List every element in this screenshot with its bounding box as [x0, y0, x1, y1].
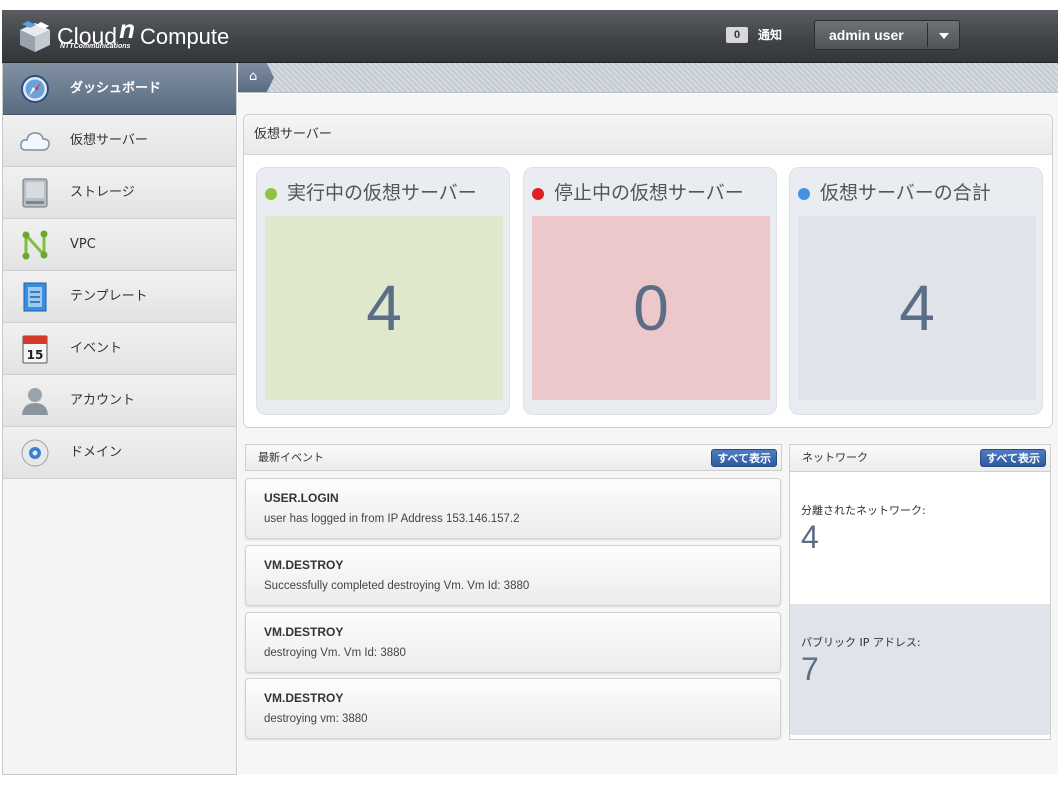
- network-panel: ネットワーク すべて表示 分離されたネットワーク: 4 パブリック IP アドレ…: [789, 444, 1051, 740]
- isolated-network-count: 4: [801, 519, 819, 555]
- cloudn-cube-logo-icon: [20, 21, 50, 52]
- public-ip-count: 7: [801, 651, 819, 687]
- stopped-vm-card[interactable]: 停止中の仮想サーバー 0: [523, 167, 777, 415]
- network-title: ネットワーク: [802, 451, 868, 464]
- sidebar: ダッシュボード 仮想サーバー ストレージ VPC テンプレート 15 イベント …: [2, 63, 237, 775]
- breadcrumb: ⌂: [238, 63, 1058, 93]
- event-type: VM.DESTROY: [264, 691, 344, 705]
- stopped-vm-title-text: 停止中の仮想サーバー: [554, 182, 744, 204]
- logo-superscript: n: [119, 14, 135, 44]
- chevron-down-icon[interactable]: [929, 21, 959, 49]
- events-title: 最新イベント: [258, 451, 324, 464]
- events-header: 最新イベント すべて表示: [245, 444, 782, 471]
- total-vm-count: 4: [899, 272, 935, 344]
- sidebar-item-label: ストレージ: [70, 185, 135, 200]
- calendar-icon: 15: [22, 335, 48, 364]
- total-vm-title: 仮想サーバーの合計: [798, 178, 991, 205]
- running-vm-count: 4: [366, 272, 402, 344]
- user-menu-button[interactable]: admin user: [814, 20, 960, 50]
- top-header: Cloudn Compute NTTCommunications 0 通知 adm…: [2, 10, 1058, 63]
- notification-link[interactable]: 通知: [758, 27, 782, 43]
- status-dot-blue-icon: [798, 188, 810, 200]
- home-icon: ⌂: [249, 69, 258, 84]
- sidebar-item-domains[interactable]: ドメイン: [3, 427, 236, 479]
- sidebar-item-dashboard[interactable]: ダッシュボード: [3, 63, 236, 115]
- event-description: user has logged in from IP Address 153.1…: [264, 513, 520, 525]
- event-item[interactable]: VM.DESTROY destroying Vm. Vm Id: 3880: [245, 612, 781, 673]
- sidebar-item-label: ダッシュボード: [70, 81, 162, 96]
- event-type: VM.DESTROY: [264, 625, 344, 639]
- event-description: destroying vm: 3880: [264, 713, 368, 725]
- event-type: VM.DESTROY: [264, 558, 344, 572]
- event-item[interactable]: VM.DESTROY destroying vm: 3880: [245, 678, 781, 739]
- status-dot-green-icon: [265, 188, 277, 200]
- isolated-network-block[interactable]: 分離されたネットワーク: 4: [790, 472, 1050, 603]
- public-ip-block[interactable]: パブリック IP アドレス: 7: [790, 604, 1050, 735]
- sidebar-item-templates[interactable]: テンプレート: [3, 271, 236, 323]
- network-header: ネットワーク すべて表示: [790, 445, 1050, 472]
- sidebar-item-label: 仮想サーバー: [70, 133, 148, 148]
- running-vm-box: 4: [265, 216, 503, 400]
- sidebar-item-label: アカウント: [70, 393, 136, 408]
- network-show-all-button[interactable]: すべて表示: [980, 449, 1046, 467]
- total-vm-box: 4: [798, 216, 1036, 400]
- domain-disc-icon: [21, 439, 49, 467]
- sidebar-item-label: ドメイン: [70, 445, 123, 460]
- events-show-all-button[interactable]: すべて表示: [711, 449, 777, 467]
- cloud-icon: [20, 132, 50, 151]
- event-item[interactable]: USER.LOGIN user has logged in from IP Ad…: [245, 478, 781, 539]
- isolated-network-label: 分離されたネットワーク:: [801, 504, 926, 517]
- event-description: Successfully completed destroying Vm. Vm…: [264, 580, 530, 592]
- stopped-vm-box: 0: [532, 216, 770, 400]
- storage-disk-icon: [22, 178, 48, 208]
- event-item[interactable]: VM.DESTROY Successfully completed destro…: [245, 545, 781, 606]
- template-icon: [23, 282, 47, 312]
- calendar-day: 15: [27, 348, 44, 362]
- vpc-network-icon: [22, 230, 48, 260]
- sidebar-item-virtual-servers[interactable]: 仮想サーバー: [3, 115, 236, 167]
- public-ip-label: パブリック IP アドレス:: [801, 636, 921, 649]
- dashboard-main: 仮想サーバー 実行中の仮想サーバー 4 停止中の仮想サーバー 0 仮想サーバーの…: [238, 94, 1058, 774]
- user-name: admin user: [829, 27, 904, 43]
- user-menu-divider: [927, 23, 928, 47]
- latest-events-panel: 最新イベント すべて表示 USER.LOGIN user has logged …: [245, 444, 782, 744]
- notification-count-badge[interactable]: 0: [726, 27, 748, 43]
- sidebar-item-storage[interactable]: ストレージ: [3, 167, 236, 219]
- running-vm-title: 実行中の仮想サーバー: [265, 178, 477, 205]
- sidebar-item-label: VPC: [70, 237, 96, 252]
- stopped-vm-title: 停止中の仮想サーバー: [532, 178, 744, 205]
- running-vm-title-text: 実行中の仮想サーバー: [287, 182, 477, 204]
- total-vm-title-text: 仮想サーバーの合計: [820, 182, 991, 204]
- sidebar-item-events[interactable]: 15 イベント: [3, 323, 236, 375]
- sidebar-item-label: イベント: [70, 341, 123, 356]
- event-description: destroying Vm. Vm Id: 3880: [264, 647, 406, 659]
- panel-title: 仮想サーバー: [244, 115, 1052, 155]
- user-account-icon: [22, 388, 48, 415]
- breadcrumb-home[interactable]: ⌂: [238, 63, 274, 92]
- logo-company: NTTCommunications: [60, 43, 131, 50]
- status-dot-red-icon: [532, 188, 544, 200]
- dashboard-compass-icon: [21, 75, 49, 103]
- sidebar-item-accounts[interactable]: アカウント: [3, 375, 236, 427]
- virtual-server-summary-panel: 仮想サーバー 実行中の仮想サーバー 4 停止中の仮想サーバー 0 仮想サーバーの…: [243, 114, 1053, 428]
- stopped-vm-count: 0: [633, 272, 669, 344]
- running-vm-card[interactable]: 実行中の仮想サーバー 4: [256, 167, 510, 415]
- sidebar-item-vpc[interactable]: VPC: [3, 219, 236, 271]
- total-vm-card[interactable]: 仮想サーバーの合計 4: [789, 167, 1043, 415]
- logo-product: Compute: [140, 24, 230, 49]
- event-type: USER.LOGIN: [264, 491, 339, 505]
- sidebar-item-label: テンプレート: [70, 289, 148, 304]
